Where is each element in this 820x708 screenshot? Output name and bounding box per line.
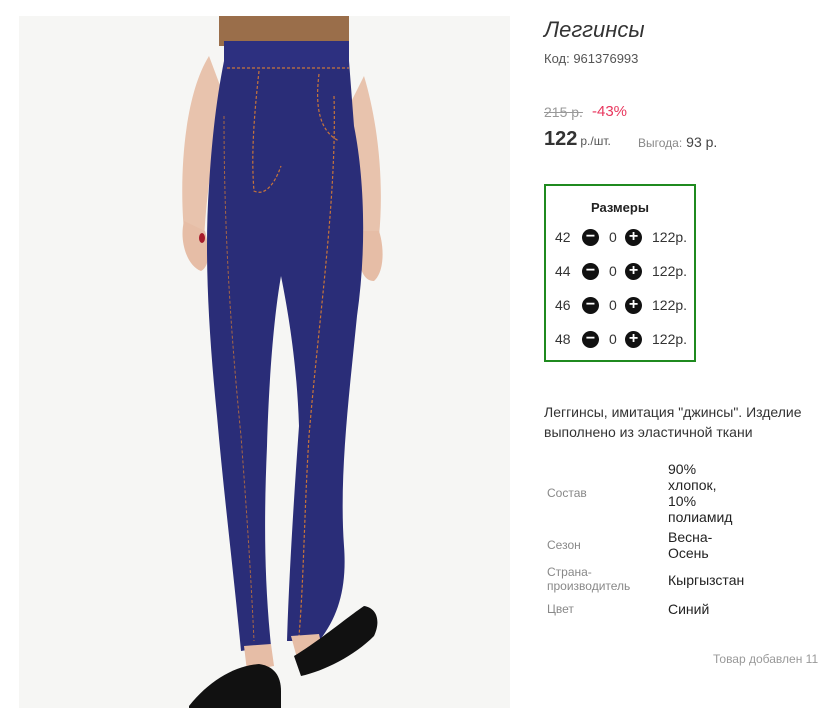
product-description: Леггинсы, имитация "джинсы". Изделие вып… — [544, 404, 802, 440]
size-label: 44 — [555, 263, 571, 279]
sizes-box: Размеры 42 − 0 + 122р. 44 − 0 + 122р. 46… — [544, 184, 696, 362]
product-code: Код: 961376993 — [544, 51, 639, 66]
size-label: 42 — [555, 229, 571, 245]
property-key: Цвет — [547, 602, 574, 616]
size-price: 122р. — [652, 331, 688, 347]
property-key: Страна-производитель — [547, 565, 631, 593]
property-value: Весна-Осень — [668, 529, 713, 561]
price-value: 122 — [544, 128, 578, 150]
size-row-42: 42 − 0 + 122р. — [546, 228, 694, 248]
quantity-value: 0 — [609, 297, 617, 313]
quantity-value: 0 — [609, 229, 617, 245]
size-row-44: 44 − 0 + 122р. — [546, 262, 694, 282]
quantity-value: 0 — [609, 263, 617, 279]
minus-icon[interactable]: − — [582, 331, 599, 348]
size-price: 122р. — [652, 263, 688, 279]
benefit-label: Выгода: — [638, 136, 683, 150]
legging-illustration — [182, 16, 383, 708]
price: 122 р./шт. — [544, 128, 611, 151]
size-label: 46 — [555, 297, 571, 313]
plus-icon[interactable]: + — [625, 297, 642, 314]
property-value: Синий — [668, 601, 710, 617]
price-unit: р./шт. — [580, 134, 611, 148]
benefit-value: 93 р. — [686, 134, 718, 150]
size-row-46: 46 − 0 + 122р. — [546, 296, 694, 316]
quantity-value: 0 — [609, 331, 617, 347]
product-photo[interactable] — [19, 16, 510, 708]
size-label: 48 — [555, 331, 571, 347]
property-key: Сезон — [547, 538, 581, 552]
plus-icon[interactable]: + — [625, 263, 642, 280]
benefit: Выгода: 93 р. — [638, 134, 717, 150]
plus-icon[interactable]: + — [625, 229, 642, 246]
size-price: 122р. — [652, 229, 688, 245]
plus-icon[interactable]: + — [625, 331, 642, 348]
property-value: Кыргызстан — [668, 572, 745, 588]
minus-icon[interactable]: − — [582, 263, 599, 280]
property-value: 90% хлопок, 10% полиамид — [668, 461, 733, 525]
sizes-title: Размеры — [591, 200, 649, 215]
old-price: 215 р. — [544, 104, 583, 120]
size-price: 122р. — [652, 297, 688, 313]
size-row-48: 48 − 0 + 122р. — [546, 330, 694, 350]
property-key: Состав — [547, 486, 587, 500]
minus-icon[interactable]: − — [582, 229, 599, 246]
product-title: Леггинсы — [544, 17, 645, 42]
added-note: Товар добавлен 11 — [713, 652, 819, 666]
minus-icon[interactable]: − — [582, 297, 599, 314]
discount-badge: -43% — [592, 103, 628, 120]
